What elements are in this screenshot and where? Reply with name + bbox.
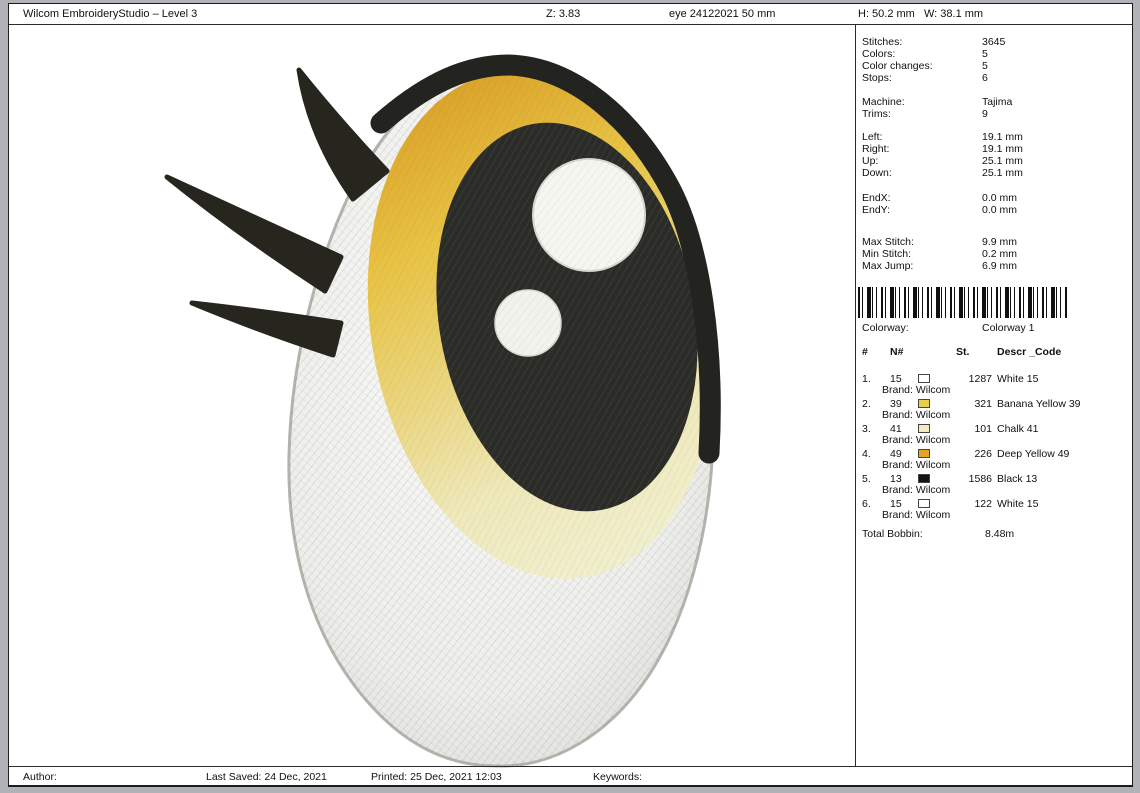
stat-value: Tajima xyxy=(982,96,1013,108)
stat-value: 5 xyxy=(982,60,988,72)
colorway-value: Colorway 1 xyxy=(982,322,1035,334)
stat-label: Stops: xyxy=(862,72,892,84)
stat-label: EndY: xyxy=(862,204,891,216)
thread-swatch xyxy=(918,399,930,408)
stat-label: Machine: xyxy=(862,96,905,108)
stat-stops: Stops: 6 xyxy=(856,73,1132,85)
stat-value: 25.1 mm xyxy=(982,155,1023,167)
thread-desc: Chalk 41 xyxy=(997,423,1039,435)
design-width: W: 38.1 mm xyxy=(924,8,984,20)
stat-max-jump: Max Jump: 6.9 mm xyxy=(856,261,1132,273)
stat-value: 9.9 mm xyxy=(982,236,1018,248)
stat-label: Stitches: xyxy=(862,36,903,48)
stat-value: 5 xyxy=(982,48,988,60)
stat-label: Left: xyxy=(862,131,883,143)
colorway-row: Colorway: Colorway 1 xyxy=(856,323,1132,335)
author-label: Author: xyxy=(23,771,57,783)
print-preview-page: Wilcom EmbroideryStudio – Level 3 Z: 3.8… xyxy=(8,3,1133,787)
stat-label: Max Jump: xyxy=(862,260,914,272)
stat-label: Down: xyxy=(862,167,892,179)
total-bobbin-label: Total Bobbin: xyxy=(862,528,923,540)
thread-swatch xyxy=(918,374,930,383)
stat-label: Trims: xyxy=(862,108,891,120)
stat-label: Right: xyxy=(862,143,890,155)
stat-label: Color changes: xyxy=(862,60,933,72)
thread-swatch xyxy=(918,449,930,458)
stat-stitches: Stitches: 3645 xyxy=(856,37,1132,49)
stat-value: 9 xyxy=(982,108,988,120)
printed-text: Printed: 25 Dec, 2021 12:03 xyxy=(371,771,502,783)
col-desc: Descr _Code xyxy=(997,346,1062,358)
stat-endy: EndY: 0.0 mm xyxy=(856,205,1132,217)
footer-bar: Author: Last Saved: 24 Dec, 2021 Printed… xyxy=(9,766,1132,785)
design-info-panel: Stitches: 3645 Colors: 5 Color changes: 5 S… xyxy=(855,25,1132,766)
stat-label: Min Stitch: xyxy=(862,248,912,260)
stat-trims: Trims: 9 xyxy=(856,109,1132,121)
design-barcode xyxy=(858,287,1068,318)
app-title: Wilcom EmbroideryStudio – Level 3 xyxy=(23,8,198,20)
design-name: eye 24122021 50 mm xyxy=(669,8,776,20)
stat-label: Up: xyxy=(862,155,879,167)
thread-brand: Brand: Wilcom xyxy=(882,459,951,471)
eyelash-top xyxy=(296,67,390,202)
thread-num: 3. xyxy=(862,423,871,435)
thread-num: 4. xyxy=(862,448,871,460)
thread-desc: Deep Yellow 49 xyxy=(997,448,1070,460)
stat-value: 6.9 mm xyxy=(982,260,1018,272)
stat-label: EndX: xyxy=(862,192,891,204)
thread-brand: Brand: Wilcom xyxy=(882,434,951,446)
keywords-label: Keywords: xyxy=(593,771,643,783)
thread-brand: Brand: Wilcom xyxy=(882,384,951,396)
header-bar: Wilcom EmbroideryStudio – Level 3 Z: 3.8… xyxy=(9,4,1132,25)
embroidered-eye-design xyxy=(164,54,721,768)
design-height: H: 50.2 mm xyxy=(858,8,915,20)
thread-num: 1. xyxy=(862,373,871,385)
thread-num: 2. xyxy=(862,398,871,410)
thread-num: 5. xyxy=(862,473,871,485)
total-bobbin-value: 8.48m xyxy=(985,528,1015,540)
zoom-level: Z: 3.83 xyxy=(546,8,581,20)
thread-swatch xyxy=(918,474,930,483)
stat-label: Max Stitch: xyxy=(862,236,914,248)
stat-value: 0.2 mm xyxy=(982,248,1018,260)
thread-brand: Brand: Wilcom xyxy=(882,509,951,521)
col-st: St. xyxy=(956,346,970,358)
stat-value: 0.0 mm xyxy=(982,204,1018,216)
eye-highlight-large xyxy=(532,158,646,272)
eye-highlight-small xyxy=(494,289,562,357)
eyelash-middle xyxy=(164,174,344,294)
stat-value: 6 xyxy=(982,72,988,84)
thread-brand: Brand: Wilcom xyxy=(882,409,951,421)
thread-desc: White 15 xyxy=(997,373,1039,385)
stat-value: 19.1 mm xyxy=(982,143,1023,155)
stat-color-changes: Color changes: 5 xyxy=(856,61,1132,73)
stat-value: 25.1 mm xyxy=(982,167,1023,179)
total-bobbin-row: Total Bobbin: 8.48m xyxy=(856,529,1132,541)
col-n: N# xyxy=(890,346,904,358)
thread-desc: Banana Yellow 39 xyxy=(997,398,1081,410)
thread-swatch xyxy=(918,499,930,508)
thread-swatch xyxy=(918,424,930,433)
thread-brand: Brand: Wilcom xyxy=(882,484,951,496)
stat-value: 19.1 mm xyxy=(982,131,1023,143)
stat-value: 3645 xyxy=(982,36,1006,48)
stat-down: Down: 25.1 mm xyxy=(856,168,1132,180)
col-num: # xyxy=(862,346,868,358)
thread-num: 6. xyxy=(862,498,871,510)
thread-desc: White 15 xyxy=(997,498,1039,510)
last-saved-text: Last Saved: 24 Dec, 2021 xyxy=(206,771,327,783)
thread-desc: Black 13 xyxy=(997,473,1038,485)
colorway-label: Colorway: xyxy=(862,322,909,334)
stat-machine: Machine: Tajima xyxy=(856,97,1132,109)
stat-label: Colors: xyxy=(862,48,896,60)
stat-value: 0.0 mm xyxy=(982,192,1018,204)
design-canvas[interactable] xyxy=(9,25,855,768)
